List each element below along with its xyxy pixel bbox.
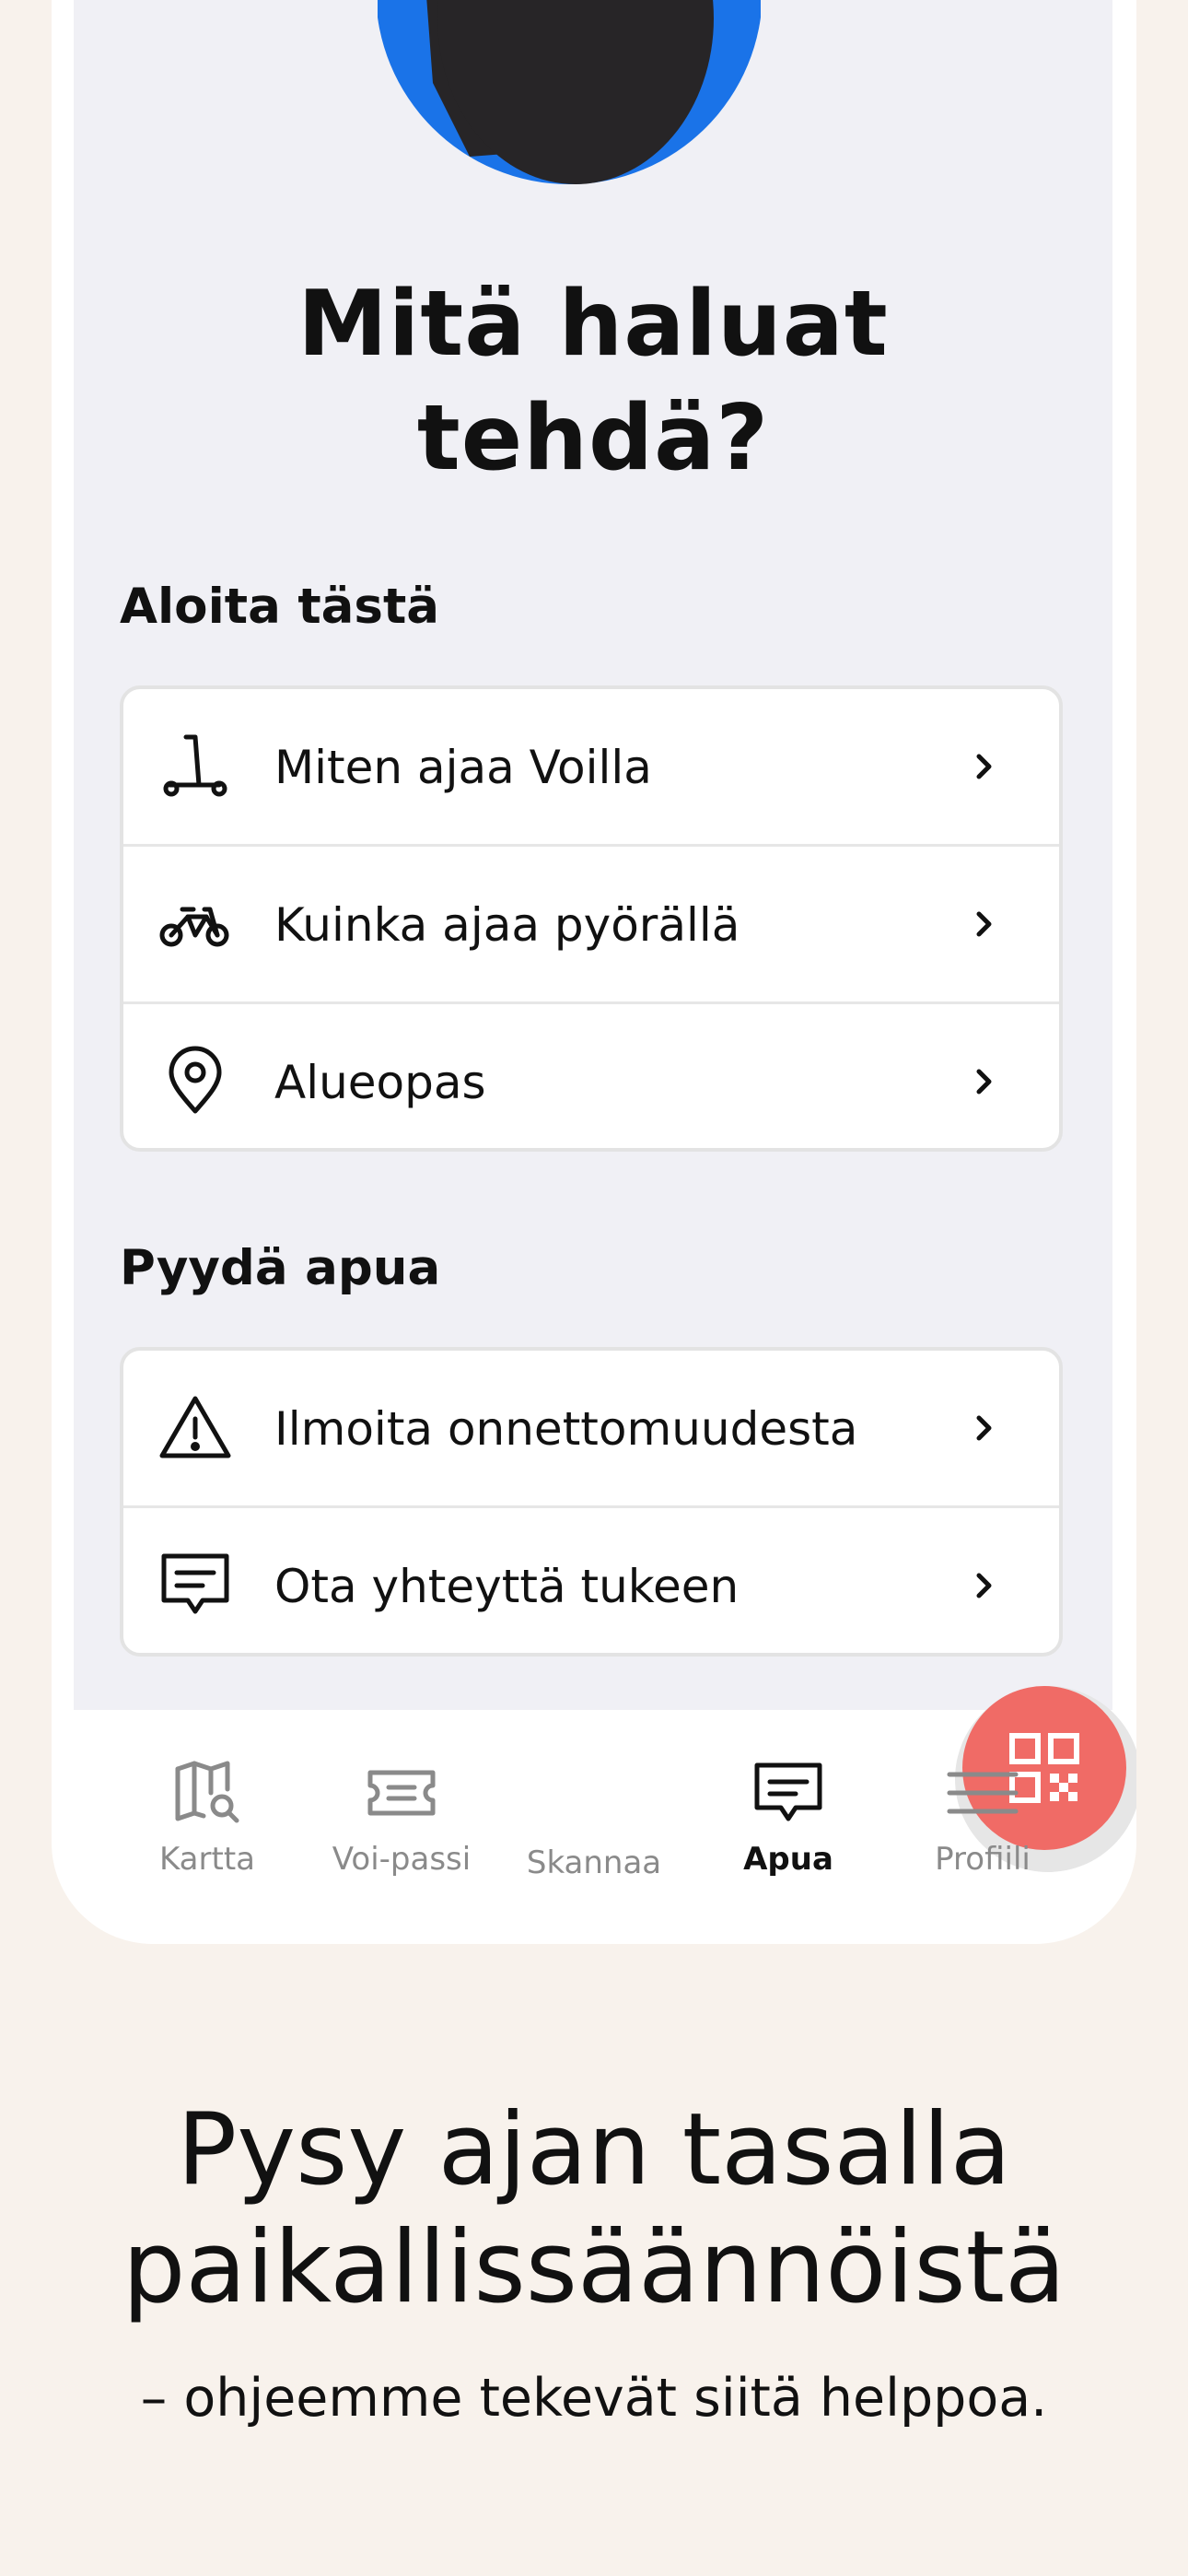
tab-label: Skannaa [526, 1844, 662, 1881]
tab-voi-passi[interactable]: Voi-passi [309, 1756, 494, 1878]
promo-subtitle: – ohjeemme tekevät siitä helppoa. [140, 2368, 1048, 2429]
help-card: Ilmoita onnettomuudesta Ota yhteyttä tuk… [120, 1347, 1063, 1657]
tab-profiili[interactable]: Profiili [891, 1756, 1075, 1878]
map-search-icon [175, 1761, 239, 1823]
list-item-how-to-ride-voi[interactable]: Miten ajaa Voilla [123, 689, 1059, 847]
menu-icon [947, 1772, 1019, 1814]
list-item-report-accident[interactable]: Ilmoita onnettomuudesta [123, 1351, 1059, 1508]
ticket-icon [367, 1770, 436, 1816]
location-pin-icon [169, 1046, 222, 1114]
chevron-right-icon [976, 1573, 992, 1598]
chevron-right-icon [976, 1415, 992, 1441]
warning-icon [159, 1396, 231, 1458]
bottom-tab-bar: Kartta Voi-passi Skannaa Apua Profiili [52, 1686, 1136, 1944]
start-card: Miten ajaa Voilla Kuinka ajaa pyörällä A… [120, 685, 1063, 1152]
list-item-contact-support[interactable]: Ota yhteyttä tukeen [123, 1508, 1059, 1653]
chat-icon [754, 1762, 822, 1821]
list-item-area-guide[interactable]: Alueopas [123, 1004, 1059, 1148]
list-item-label: Miten ajaa Voilla [274, 741, 652, 794]
section-title-start: Aloita tästä [120, 579, 440, 635]
section-title-help: Pyydä apua [120, 1240, 441, 1296]
tab-label: Profiili [935, 1841, 1031, 1878]
scooter-icon [163, 734, 227, 797]
chevron-right-icon [976, 1069, 992, 1095]
tab-kartta[interactable]: Kartta [115, 1756, 299, 1878]
chevron-right-icon [976, 911, 992, 937]
avatar-illustration [378, 0, 761, 184]
tab-label: Kartta [158, 1841, 255, 1878]
tab-skannaa[interactable]: Skannaa [502, 1686, 1136, 1881]
promo-headline: Pysy ajan tasalla paikallissäännöistä [122, 2092, 1066, 2325]
list-item-label: Kuinka ajaa pyörällä [274, 898, 740, 952]
help-screen: Mitä haluat tehdä? Aloita tästä Miten aj… [74, 0, 1112, 1710]
page-title: Mitä haluat tehdä? [297, 272, 889, 491]
phone-frame: Mitä haluat tehdä? Aloita tästä Miten aj… [52, 0, 1136, 1944]
list-item-how-to-ride-bike[interactable]: Kuinka ajaa pyörällä [123, 847, 1059, 1004]
chevron-right-icon [976, 754, 992, 779]
list-item-label: Ota yhteyttä tukeen [274, 1560, 740, 1613]
list-item-label: Alueopas [274, 1056, 486, 1109]
list-item-label: Ilmoita onnettomuudesta [274, 1402, 858, 1456]
tab-label: Voi-passi [332, 1841, 472, 1878]
tab-apua[interactable]: Apua [696, 1756, 880, 1878]
chat-icon [161, 1553, 229, 1614]
bicycle-icon [159, 907, 229, 947]
tab-label: Apua [743, 1841, 833, 1878]
